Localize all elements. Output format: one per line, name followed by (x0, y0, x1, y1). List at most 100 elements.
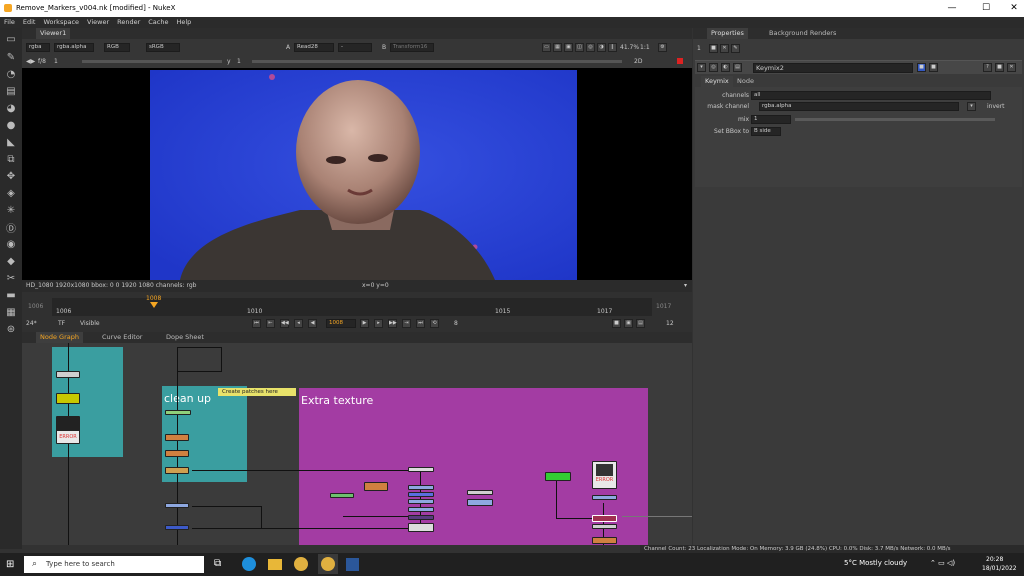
prev-key-icon[interactable]: ⇤ (266, 319, 275, 328)
visible-dropdown[interactable]: Visible (80, 319, 100, 329)
tab-curve-editor[interactable]: Curve Editor (98, 332, 146, 343)
ratio-dropdown[interactable]: 1:1 (640, 43, 650, 53)
time-icon[interactable]: ◔ (5, 68, 17, 80)
minimize-button[interactable]: — (938, 2, 966, 15)
viewer-canvas[interactable] (22, 68, 692, 280)
cache-icon[interactable]: ■ (612, 319, 621, 328)
tab-node-graph[interactable]: Node Graph (36, 332, 83, 343)
clear-icon[interactable]: ✕ (720, 44, 729, 53)
clip-icon[interactable]: ▣ (564, 43, 573, 52)
node-color-2-icon[interactable]: ■ (929, 63, 938, 72)
close-panel-icon[interactable]: ✕ (1007, 63, 1016, 72)
play-forward-icon[interactable]: ▶ (360, 319, 369, 328)
views-icon[interactable]: ◉ (5, 238, 17, 250)
timeline-start[interactable]: 1006 (28, 302, 43, 312)
toolsets-icon[interactable]: ✂ (5, 272, 17, 284)
tab-viewer1[interactable]: Viewer1 (36, 28, 71, 39)
maximize-button[interactable]: ☐ (972, 2, 1000, 15)
node-output[interactable] (408, 523, 434, 532)
node-merge-6[interactable] (592, 495, 617, 500)
prev-frame-icon[interactable]: ◂ (294, 319, 303, 328)
pause-icon[interactable]: ∥ (608, 43, 617, 52)
collapse-icon[interactable]: ▾ (697, 63, 706, 72)
wipe-red-icon[interactable] (677, 58, 683, 64)
node-merge-2[interactable] (408, 492, 434, 497)
timeline-track[interactable] (52, 298, 652, 316)
frame-step-value[interactable]: 1 (54, 57, 58, 67)
nuke-logo-icon[interactable]: ⊛ (5, 323, 17, 335)
deep-icon[interactable]: Ⓓ (5, 221, 17, 235)
increment-value[interactable]: 8 (454, 319, 458, 329)
tab-properties[interactable]: Properties (707, 28, 748, 39)
fstop-toggle-icon[interactable]: ◀▶ (26, 57, 35, 67)
playhead-marker[interactable] (150, 302, 158, 308)
proxy-icon[interactable]: ◎ (586, 43, 595, 52)
node-write[interactable] (592, 537, 617, 544)
node-roto[interactable] (165, 410, 191, 415)
channel-icon[interactable]: ▤ (5, 85, 17, 97)
other-icon[interactable]: ▬ (5, 289, 17, 301)
roi-icon[interactable]: ▭ (542, 43, 551, 52)
menu-edit[interactable]: Edit (19, 17, 40, 28)
viewer-settings-icon[interactable]: ⚙ (658, 43, 667, 52)
3d-icon[interactable]: ◈ (5, 187, 17, 199)
play-backward-icon[interactable]: ◀ (308, 319, 317, 328)
clock-time[interactable]: 20:28 (986, 556, 1003, 563)
menu-file[interactable]: File (0, 17, 19, 28)
menu-workspace[interactable]: Workspace (39, 17, 83, 28)
edge-icon[interactable] (242, 557, 256, 571)
next-increment-icon[interactable]: ▶▶ (388, 319, 397, 328)
float-icon[interactable]: ■ (995, 63, 1004, 72)
pencil-icon[interactable]: ✎ (731, 44, 740, 53)
current-frame-field[interactable]: 1008 (326, 319, 356, 328)
view-mode-dropdown[interactable]: 2D (634, 57, 642, 67)
node-merge-b[interactable] (165, 525, 189, 530)
filter-icon[interactable]: ● (5, 119, 17, 131)
task-view-icon[interactable]: ⧉ (214, 558, 221, 569)
alpha-dropdown[interactable]: rgba.alpha (54, 43, 94, 52)
next-frame-icon[interactable]: ▸ (374, 319, 383, 328)
node-merge-4[interactable] (408, 507, 434, 512)
node-constant[interactable] (545, 472, 571, 481)
transform-icon[interactable]: ✥ (5, 170, 17, 182)
channels-value-dropdown[interactable]: all (751, 91, 991, 100)
draw-icon[interactable]: ✎ (5, 51, 17, 63)
colorspace-dropdown[interactable]: sRGB (146, 43, 180, 52)
node-center-icon[interactable]: ◎ (709, 63, 718, 72)
mask-extra-icon[interactable]: ▾ (967, 102, 976, 111)
lut-icon[interactable]: ◑ (597, 43, 606, 52)
windows-start-icon[interactable]: ⊞ (6, 559, 17, 570)
weather-text[interactable]: 5°C Mostly cloudy (844, 559, 907, 567)
help-icon[interactable]: ? (983, 63, 992, 72)
node-keymix[interactable] (467, 499, 493, 506)
node-keymix2-selected[interactable] (592, 515, 617, 522)
merge-icon[interactable]: ⧉ (5, 153, 17, 165)
particles-icon[interactable]: ✳ (5, 204, 17, 216)
node-grade[interactable] (56, 393, 80, 404)
node-dot[interactable] (408, 467, 434, 472)
node-dot-2[interactable] (592, 524, 617, 529)
node-texture[interactable] (364, 482, 388, 491)
loop-icon[interactable]: ⟲ (430, 319, 439, 328)
channels-dropdown[interactable]: rgba (26, 43, 50, 52)
node-copy[interactable] (467, 490, 493, 495)
close-button[interactable]: ✕ (1000, 2, 1024, 15)
node-merge-5[interactable] (408, 515, 434, 520)
overlay-icon[interactable]: ◫ (575, 43, 584, 52)
input-b-dropdown[interactable]: Transform16 (390, 43, 434, 52)
node-merge-a[interactable] (165, 503, 189, 508)
input-a-dropdown[interactable]: Read28 (294, 43, 334, 52)
menu-viewer[interactable]: Viewer (83, 17, 113, 28)
color-icon[interactable]: ◕ (5, 102, 17, 114)
node-noise[interactable] (330, 493, 354, 498)
file-explorer-icon[interactable] (268, 559, 282, 570)
tray-icons[interactable]: ⌃ ▭ ◁) (930, 559, 955, 567)
node-name-field[interactable]: Keymix2 (753, 63, 913, 73)
last-frame-icon[interactable]: ⏭ (416, 319, 425, 328)
gamma-value[interactable]: 1 (237, 57, 241, 67)
tab-dope-sheet[interactable]: Dope Sheet (162, 332, 208, 343)
nuke-taskbar-highlight[interactable] (318, 554, 338, 574)
node-color-icon[interactable]: ■ (917, 63, 926, 72)
grid-icon[interactable]: ▦ (553, 43, 562, 52)
menu-render[interactable]: Render (113, 17, 144, 28)
